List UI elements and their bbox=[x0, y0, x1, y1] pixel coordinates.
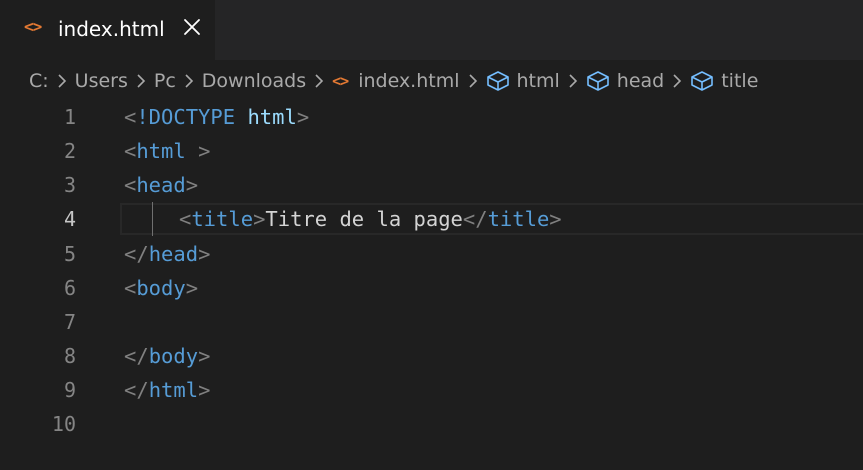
code-line[interactable]: 1 <!DOCTYPE html> bbox=[0, 100, 863, 134]
code-line[interactable]: 3 <head> bbox=[0, 168, 863, 202]
breadcrumb-item-index-html[interactable]: <> index.html bbox=[332, 70, 459, 92]
breadcrumb-item-title[interactable]: title bbox=[690, 70, 758, 92]
code-line[interactable]: 9 </html> bbox=[0, 373, 863, 407]
breadcrumb-item-pc[interactable]: Pc bbox=[154, 70, 176, 92]
symbol-field-icon bbox=[690, 70, 714, 92]
code-line[interactable]: 5 </head> bbox=[0, 237, 863, 271]
line-number: 10 bbox=[51, 412, 76, 436]
breadcrumb-item-drive[interactable]: C: bbox=[29, 70, 49, 92]
line-number: 1 bbox=[63, 105, 76, 129]
line-number: 6 bbox=[63, 276, 76, 300]
html-file-icon: <> bbox=[24, 17, 42, 36]
code-text: <!DOCTYPE html> bbox=[124, 105, 310, 129]
symbol-field-icon bbox=[586, 70, 610, 92]
code-line-current[interactable]: 4 <title>Titre de la page</title> bbox=[0, 202, 863, 236]
symbol-field-icon bbox=[486, 70, 510, 92]
breadcrumb-item-html[interactable]: html bbox=[486, 70, 560, 92]
chevron-right-icon bbox=[314, 73, 324, 89]
tab-index-html[interactable]: <> index.html bbox=[0, 0, 215, 60]
line-number: 3 bbox=[63, 173, 76, 197]
code-line[interactable]: 6 <body> bbox=[0, 271, 863, 305]
tab-bar: <> index.html bbox=[0, 0, 863, 60]
code-line[interactable]: 2 <html > bbox=[0, 134, 863, 168]
breadcrumb-item-users[interactable]: Users bbox=[75, 70, 128, 92]
chevron-right-icon bbox=[136, 73, 146, 89]
code-line[interactable]: 10 bbox=[0, 407, 863, 441]
code-text: </html> bbox=[124, 378, 211, 402]
chevron-right-icon bbox=[184, 73, 194, 89]
code-line[interactable]: 8 </body> bbox=[0, 339, 863, 373]
breadcrumb-item-downloads[interactable]: Downloads bbox=[202, 70, 306, 92]
code-text: <html > bbox=[124, 139, 211, 163]
code-text: <body> bbox=[124, 276, 199, 300]
line-number: 2 bbox=[63, 139, 76, 163]
code-text: </body> bbox=[124, 344, 211, 368]
line-number: 8 bbox=[63, 344, 76, 368]
code-text: <title>Titre de la page</title> bbox=[124, 202, 562, 236]
code-text: </head> bbox=[124, 242, 211, 266]
code-editor[interactable]: 1 <!DOCTYPE html> 2 <html > 3 <head> 4 <… bbox=[0, 100, 863, 470]
line-number: 4 bbox=[63, 207, 76, 231]
line-number: 7 bbox=[63, 310, 76, 334]
editor-window: <> index.html C: Users Pc Downloads <> i… bbox=[0, 0, 863, 470]
chevron-right-icon bbox=[672, 73, 682, 89]
code-text: <head> bbox=[124, 173, 199, 197]
line-number: 5 bbox=[63, 242, 76, 266]
chevron-right-icon bbox=[468, 73, 478, 89]
breadcrumb: C: Users Pc Downloads <> index.html html… bbox=[0, 62, 863, 100]
html-file-icon: <> bbox=[332, 72, 349, 90]
tab-label: index.html bbox=[58, 17, 165, 41]
breadcrumb-item-head[interactable]: head bbox=[586, 70, 664, 92]
indent-guide bbox=[124, 202, 179, 236]
chevron-right-icon bbox=[57, 73, 67, 89]
code-line[interactable]: 7 bbox=[0, 305, 863, 339]
chevron-right-icon bbox=[568, 73, 578, 89]
line-number: 9 bbox=[63, 378, 76, 402]
close-icon[interactable] bbox=[181, 16, 203, 38]
